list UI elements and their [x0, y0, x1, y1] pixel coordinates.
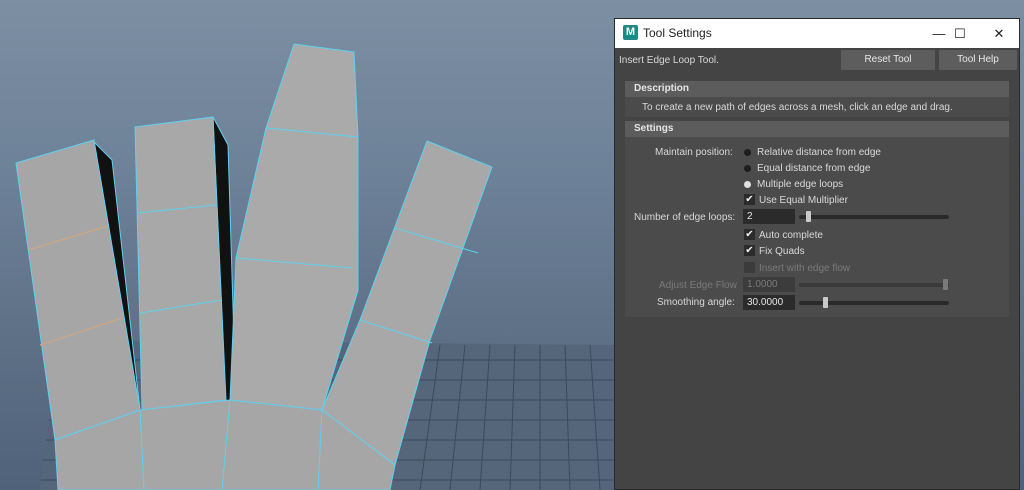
radio-relative-distance-label[interactable]: Relative distance from edge [757, 147, 881, 158]
description-section-header[interactable]: Description [625, 81, 1009, 97]
use-equal-multiplier-checkbox[interactable]: ✔ [744, 194, 755, 205]
radio-multiple-edge-loops-label[interactable]: Multiple edge loops [757, 179, 843, 190]
insert-edge-flow-checkbox[interactable] [744, 262, 755, 273]
adjust-edge-flow-slider-track[interactable] [799, 283, 949, 287]
adjust-edge-flow-label: Adjust Edge Flow [659, 280, 737, 291]
title-bar[interactable]: M Tool Settings — ☐ ✕ [615, 19, 1019, 48]
smoothing-angle-label: Smoothing angle: [657, 297, 735, 308]
maintain-position-label: Maintain position: [655, 147, 733, 158]
auto-complete-checkbox[interactable]: ✔ [744, 229, 755, 240]
finger-ring [134, 116, 227, 411]
smoothing-angle-field[interactable]: 30.0000 [743, 295, 795, 310]
radio-equal-distance[interactable] [744, 165, 751, 172]
close-button[interactable]: ✕ [979, 19, 1019, 48]
insert-edge-flow-label[interactable]: Insert with edge flow [759, 263, 850, 274]
edge-loops-slider-track[interactable] [799, 215, 949, 219]
radio-relative-distance[interactable] [744, 149, 751, 156]
auto-complete-label[interactable]: Auto complete [759, 230, 823, 241]
fix-quads-label[interactable]: Fix Quads [759, 246, 805, 257]
adjust-edge-flow-field[interactable]: 1.0000 [743, 277, 795, 292]
finger-middle [229, 43, 359, 411]
tool-settings-window: M Tool Settings — ☐ ✕ Insert Edge Loop T… [614, 18, 1020, 490]
description-text: To create a new path of edges across a m… [642, 102, 953, 113]
settings-section-header[interactable]: Settings [625, 121, 1009, 137]
radio-multiple-edge-loops[interactable] [744, 181, 751, 188]
edge-loops-slider-handle[interactable] [806, 211, 811, 222]
edge-loops-label: Number of edge loops: [634, 212, 736, 223]
window-title: Tool Settings [643, 26, 712, 40]
maya-app-icon: M [623, 25, 638, 40]
fix-quads-checkbox[interactable]: ✔ [744, 245, 755, 256]
radio-equal-distance-label[interactable]: Equal distance from edge [757, 163, 870, 174]
smoothing-angle-slider-track[interactable] [799, 301, 949, 305]
edge-loops-field[interactable]: 2 [743, 209, 795, 224]
adjust-edge-flow-slider-handle[interactable] [943, 279, 948, 290]
tool-help-button[interactable]: Tool Help [939, 50, 1017, 70]
maximize-button[interactable]: ☐ [940, 19, 980, 48]
smoothing-angle-slider-handle[interactable] [823, 297, 828, 308]
use-equal-multiplier-label[interactable]: Use Equal Multiplier [759, 195, 848, 206]
tool-name-label: Insert Edge Loop Tool. [619, 55, 719, 66]
reset-tool-button[interactable]: Reset Tool [841, 50, 935, 70]
